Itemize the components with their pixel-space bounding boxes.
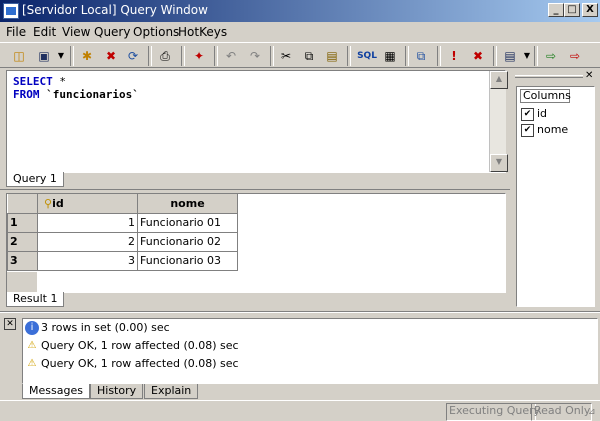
tab-history[interactable]: History (90, 384, 144, 399)
scroll-up-icon[interactable]: ▲ (490, 71, 508, 89)
undo-icon[interactable]: ↶ (222, 47, 240, 65)
columns-toggle-icon[interactable]: ▤ (501, 47, 519, 65)
wand-icon[interactable]: ✦ (190, 47, 208, 65)
save-icon[interactable]: ▣ (35, 47, 53, 65)
columns-panel: ✕ Columns ✔ id ✔ nome (511, 70, 595, 307)
checkbox-nome[interactable]: ✔ (521, 124, 534, 137)
status-readonly: Read Only (531, 403, 592, 421)
copy-icon[interactable]: ⧉ (300, 47, 318, 65)
toolbar: ◫ ▣ ▼ ✱ ✖ ⟳ ⎙ ✦ ↶ ↷ ✂ ⧉ ▤ SQL ▦ ⧉ ! ✖ ▤ … (0, 42, 600, 68)
columns-list: Columns ✔ id ✔ nome (516, 86, 595, 307)
menu-hotkeys[interactable]: HotKeys (178, 25, 227, 39)
menu-bar: File Edit View Query Options HotKeys (0, 23, 600, 41)
tab-result-1[interactable]: Result 1 (6, 292, 65, 307)
table-row[interactable]: 1 1 Funcionario 01 (7, 212, 238, 233)
splitter[interactable] (0, 186, 510, 190)
scroll-down-icon[interactable]: ▼ (490, 154, 508, 172)
stop-icon[interactable]: ✖ (469, 47, 487, 65)
redo-icon[interactable]: ↷ (246, 47, 264, 65)
message-tabs: Messages History Explain (22, 384, 598, 399)
grid-icon[interactable]: ▦ (381, 47, 399, 65)
tab-explain[interactable]: Explain (144, 384, 199, 399)
app-icon (3, 3, 19, 19)
query-tabs: Query 1 (6, 172, 506, 187)
message-line: ⚠ Query OK, 1 row affected (0.08) sec (25, 357, 239, 371)
sql-keyword: SELECT (13, 75, 53, 88)
message-line: i3 rows in set (0.00) sec (25, 321, 170, 335)
paste-icon[interactable]: ▤ (323, 47, 341, 65)
table-row[interactable]: 2 2 Funcionario 02 (7, 231, 238, 252)
header-row: ⚲id nome (7, 194, 238, 214)
cell-id[interactable]: 2 (37, 231, 138, 252)
cell-nome[interactable]: Funcionario 01 (137, 212, 238, 233)
menu-query[interactable]: Query (94, 25, 130, 39)
tab-messages[interactable]: Messages (22, 384, 90, 399)
delete-icon[interactable]: ✖ (102, 47, 120, 65)
sql-select-rest: * (52, 75, 66, 88)
sql-text[interactable]: SELECT * FROM `funcionarios` (13, 75, 139, 101)
menu-file[interactable]: File (6, 25, 26, 39)
sql-table: `funcionarios` (39, 88, 139, 101)
remove-row-icon[interactable]: ⇨ (566, 47, 584, 65)
cell-id[interactable]: 1 (37, 212, 138, 233)
maximize-button[interactable]: □ (564, 3, 580, 17)
message-line: ⚠ Query OK, 1 row affected (0.08) sec (25, 339, 239, 353)
corner-cell (7, 194, 38, 214)
row-number[interactable]: 3 (7, 250, 38, 271)
warning-icon: ⚠ (27, 340, 37, 351)
minimize-button[interactable]: _ (548, 3, 564, 17)
menu-options[interactable]: Options (133, 25, 179, 39)
sql-keyword: FROM (13, 88, 40, 101)
menu-view[interactable]: View (62, 25, 90, 39)
warning-icon: ⚠ (27, 358, 37, 369)
new-query-icon[interactable]: ✱ (78, 47, 96, 65)
messages-panel: i3 rows in set (0.00) sec ⚠ Query OK, 1 r… (22, 318, 598, 384)
menu-edit[interactable]: Edit (33, 25, 56, 39)
close-messages-icon[interactable]: ✕ (4, 318, 16, 330)
panel-grip[interactable] (515, 75, 583, 78)
row-number[interactable]: 2 (7, 231, 38, 252)
panel-close-icon[interactable]: ✕ (585, 70, 595, 82)
column-header-nome[interactable]: nome (137, 194, 238, 214)
resize-grip-icon[interactable]: ⊿ (588, 407, 598, 417)
result-tabs: Result 1 (6, 292, 506, 307)
cell-id[interactable]: 3 (37, 250, 138, 271)
title-bar: [Servidor Local] Query Window _ □ X (0, 0, 600, 22)
dropdown-arrow-icon[interactable]: ▼ (52, 47, 70, 65)
cell-nome[interactable]: Funcionario 03 (137, 250, 238, 271)
results-table: ⚲id nome 1 1 Funcionario 01 2 2 Funciona… (7, 194, 238, 271)
status-executing: Executing Query (446, 403, 540, 421)
checkbox-id[interactable]: ✔ (521, 108, 534, 121)
row-number[interactable]: 1 (7, 212, 38, 233)
table-row[interactable]: 3 3 Funcionario 03 (7, 250, 238, 271)
row-header-filler (7, 272, 37, 292)
key-icon: ⚲ (44, 196, 53, 210)
status-bar: Executing Query Read Only ⊿ (0, 400, 600, 421)
copy-window-icon[interactable]: ⧉ (412, 47, 430, 65)
column-header-id[interactable]: ⚲id (37, 194, 138, 214)
close-button[interactable]: X (582, 3, 598, 17)
tab-query-1[interactable]: Query 1 (6, 172, 64, 187)
results-grid: ⚲id nome 1 1 Funcionario 01 2 2 Funciona… (6, 193, 506, 293)
open-folder-icon[interactable]: ◫ (10, 47, 28, 65)
add-row-icon[interactable]: ⇨ (542, 47, 560, 65)
refresh-icon[interactable]: ⟳ (124, 47, 142, 65)
info-icon: i (25, 321, 39, 335)
sql-icon[interactable]: SQL (355, 47, 379, 65)
column-label-id: id (537, 107, 548, 120)
columns-header: Columns (520, 89, 571, 103)
bottom-splitter[interactable] (0, 311, 600, 313)
column-label-nome: nome (537, 123, 569, 136)
editor-scrollbar[interactable]: ▲ ▼ (489, 71, 508, 172)
execute-icon[interactable]: ! (445, 47, 463, 65)
cut-icon[interactable]: ✂ (277, 47, 295, 65)
print-icon[interactable]: ⎙ (156, 47, 174, 65)
window-title: [Servidor Local] Query Window (22, 3, 208, 17)
sql-editor[interactable]: SELECT * FROM `funcionarios` ▲ ▼ (6, 70, 508, 173)
cell-nome[interactable]: Funcionario 02 (137, 231, 238, 252)
